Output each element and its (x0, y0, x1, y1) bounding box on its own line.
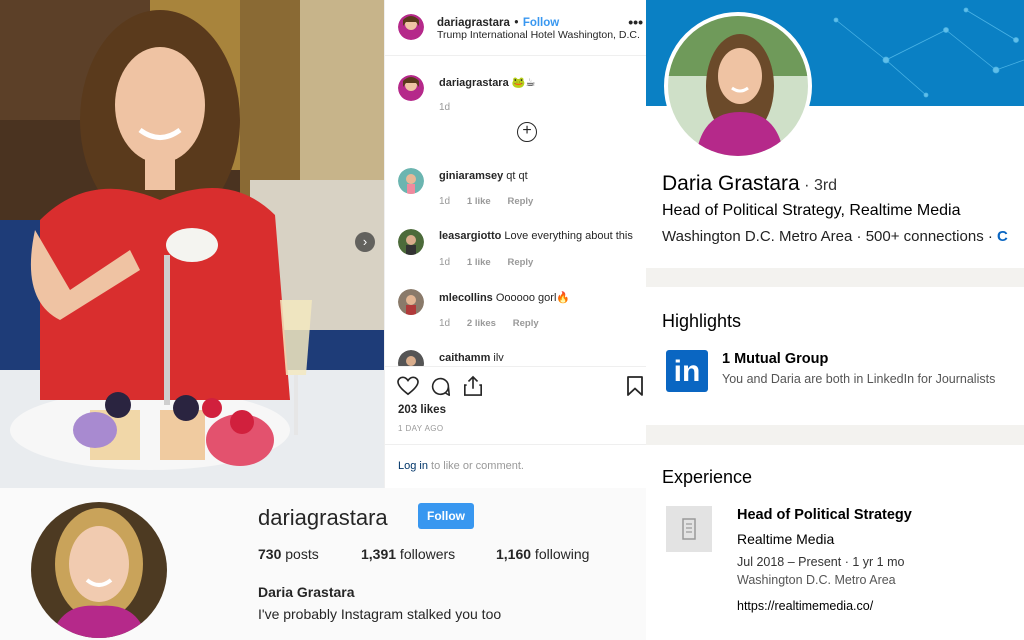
highlights-title: Highlights (662, 311, 742, 331)
comment: mlecollins Oooooo gorl🔥 (439, 291, 570, 304)
linkedin-full-name: Daria Grastara (662, 172, 800, 195)
author-username[interactable]: dariagrastara (437, 17, 510, 29)
commenter-avatar[interactable] (398, 229, 424, 255)
comment: caithamm ilv (439, 352, 504, 364)
linkedin-logo-icon[interactable]: in (666, 350, 708, 392)
comment-meta: 1d 2 likes Reply (439, 318, 553, 329)
posts-label: posts (281, 546, 319, 562)
comment-likes[interactable]: 2 likes (467, 318, 496, 329)
caption-avatar[interactable] (398, 75, 424, 101)
contact-info-link[interactable]: C (997, 228, 1008, 245)
chevron-right-icon[interactable]: › (355, 232, 375, 252)
profile-full-name: Daria Grastara (258, 584, 355, 600)
followers-number: 1,391 (361, 546, 397, 562)
login-prompt: Log in to like or comment. (385, 444, 646, 488)
location-line: Washington D.C. Metro Area · 500+ connec… (662, 228, 1008, 245)
company-name[interactable]: Realtime Media (737, 531, 834, 547)
reply-button[interactable]: Reply (507, 196, 533, 207)
comment-meta: 1d 1 like Reply (439, 196, 547, 207)
comment-username[interactable]: mlecollins (439, 292, 493, 304)
more-options-icon[interactable]: ••• (628, 14, 643, 30)
post-panel: dariagrastara • Follow Trump Internation… (384, 0, 646, 488)
comment-icon[interactable] (430, 376, 451, 397)
top-card: Daria Grastara · 3rd Head of Political S… (646, 0, 1024, 268)
following-number: 1,160 (496, 546, 532, 562)
caption-time: 1d (439, 102, 451, 113)
instagram-profile: dariagrastara Follow 730 posts 1,391 fol… (0, 488, 646, 640)
linkedin-profile: Daria Grastara · 3rd Head of Political S… (646, 0, 1024, 640)
commenter-avatar[interactable] (398, 289, 424, 315)
connection-degree: · 3rd (799, 177, 838, 194)
experience-title: Experience (662, 467, 753, 487)
follow-button[interactable]: Follow (523, 17, 559, 29)
comment-text: ilv (493, 352, 504, 364)
commenter-avatar[interactable] (398, 350, 424, 366)
following-count[interactable]: 1,160 following (496, 546, 589, 562)
comment-time: 1d (439, 257, 451, 268)
job-location: Washington D.C. Metro Area (737, 573, 896, 587)
followers-count[interactable]: 1,391 followers (361, 546, 455, 562)
comment-time: 1d (439, 196, 451, 207)
reply-button[interactable]: Reply (507, 257, 533, 268)
profile-follow-button[interactable]: Follow (418, 503, 474, 529)
separator-dot: • (514, 17, 519, 29)
job-dates: Jul 2018 – Present · 1 yr 1 mo (737, 555, 905, 569)
comment-username[interactable]: giniaramsey (439, 170, 503, 182)
company-url[interactable]: https://realtimemedia.co/ (737, 599, 873, 613)
login-prompt-text: to like or comment. (427, 460, 524, 472)
comment-username[interactable]: leasargiotto (439, 230, 501, 242)
commenter-avatar[interactable] (398, 168, 424, 194)
building-icon (682, 518, 696, 540)
comment-text: Oooooo gorl🔥 (495, 292, 571, 304)
comment: leasargiotto Love everything about this (439, 230, 633, 242)
post-header: dariagrastara • Follow Trump Internation… (385, 0, 646, 56)
company-logo[interactable] (666, 506, 712, 552)
caption: dariagrastara 🐸☕ (439, 76, 535, 89)
comment-meta: 1d 1 like Reply (439, 257, 547, 268)
mutual-group-description: You and Daria are both in LinkedIn for J… (722, 372, 996, 386)
job-title[interactable]: Head of Political Strategy (737, 507, 912, 523)
heart-icon[interactable] (397, 376, 419, 396)
profile-username: dariagrastara (258, 505, 388, 530)
comment-text: qt qt (506, 170, 528, 182)
post-time: 1 DAY AGO (398, 424, 444, 433)
posts-number: 730 (258, 546, 282, 562)
post-location[interactable]: Trump International Hotel Washington, D.… (437, 29, 640, 41)
post-photo-illustration (0, 0, 384, 488)
login-link[interactable]: Log in (398, 460, 428, 472)
comment-time: 1d (439, 318, 451, 329)
bookmark-icon[interactable] (627, 376, 643, 396)
comment-likes[interactable]: 1 like (467, 257, 491, 268)
likes-count[interactable]: 203 likes (398, 404, 446, 416)
comment-text: Love everything about this (504, 230, 633, 242)
following-label: following (531, 546, 590, 562)
author-avatar[interactable] (398, 14, 424, 40)
add-circle-icon[interactable]: + (517, 122, 537, 142)
profile-bio: I've probably Instagram stalked you too (258, 606, 502, 622)
reply-button[interactable]: Reply (513, 318, 539, 329)
linkedin-headline: Head of Political Strategy, Realtime Med… (662, 202, 961, 219)
linkedin-location: Washington D.C. Metro Area (662, 228, 853, 245)
comment-likes[interactable]: 1 like (467, 196, 491, 207)
caption-username[interactable]: dariagrastara (439, 77, 509, 89)
connections-count[interactable]: · 500+ connections · (852, 228, 997, 245)
comment: giniaramsey qt qt (439, 170, 528, 182)
profile-avatar[interactable] (31, 502, 167, 638)
mutual-group-title[interactable]: 1 Mutual Group (722, 351, 828, 367)
caption-text: 🐸☕ (511, 77, 536, 89)
post-photo[interactable]: › (0, 0, 384, 488)
comment-username[interactable]: caithamm (439, 352, 490, 364)
posts-count[interactable]: 730 posts (258, 546, 319, 562)
linkedin-name: Daria Grastara · 3rd (662, 172, 837, 196)
followers-label: followers (396, 546, 456, 562)
profile-photo[interactable] (664, 12, 812, 160)
share-icon[interactable] (463, 375, 483, 397)
